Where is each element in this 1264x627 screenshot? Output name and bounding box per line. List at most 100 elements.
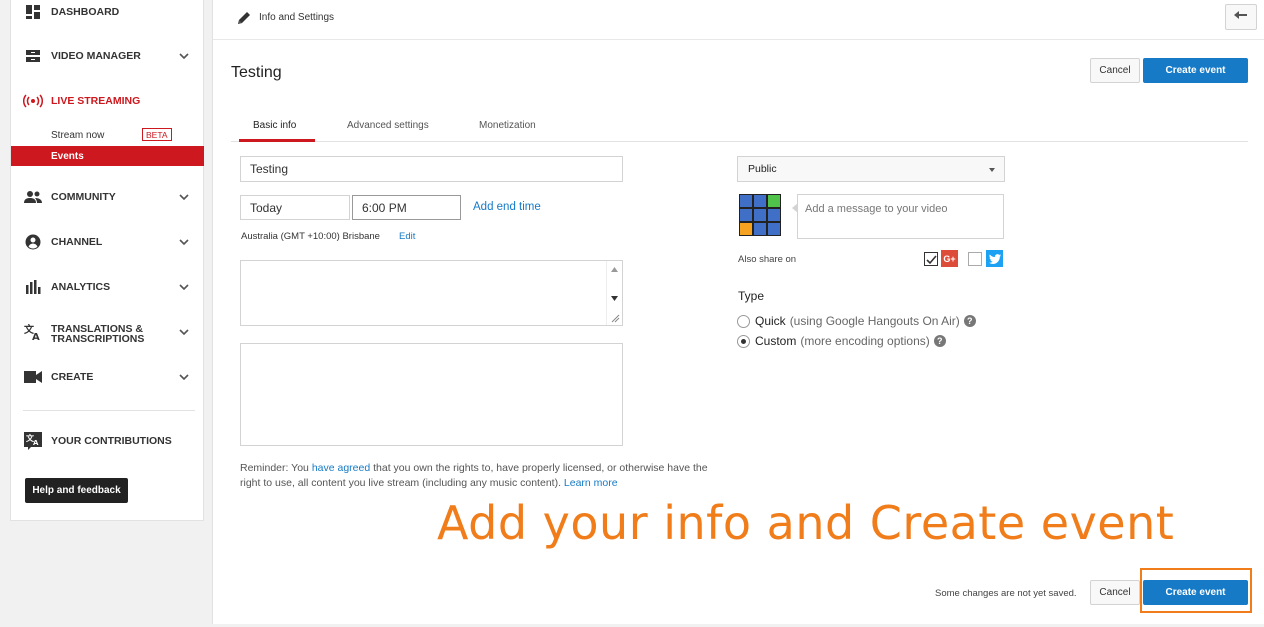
- rights-reminder: Reminder: You have agreed that you own t…: [240, 461, 730, 491]
- create-event-button[interactable]: Create event: [1143, 58, 1248, 83]
- cancel-button[interactable]: Cancel: [1090, 58, 1140, 83]
- sidebar-item-analytics[interactable]: ANALYTICS: [11, 275, 205, 299]
- chevron-down-icon[interactable]: [177, 325, 191, 339]
- scroll-down-icon[interactable]: [611, 296, 618, 301]
- sidebar-item-label: DASHBOARD: [51, 6, 120, 18]
- main-panel: Info and Settings Testing Cancel Create …: [212, 0, 1264, 624]
- svg-text:A: A: [33, 439, 39, 447]
- date-input[interactable]: Today: [240, 195, 350, 220]
- page-section-title: Info and Settings: [259, 12, 335, 23]
- timezone-edit-link[interactable]: Edit: [399, 231, 415, 242]
- sidebar-item-create[interactable]: CREATE: [11, 365, 205, 389]
- pencil-icon: [235, 9, 253, 27]
- page-title: Testing: [231, 64, 282, 81]
- camera-icon: [23, 367, 43, 387]
- quick-label: Quick: [755, 314, 786, 328]
- chevron-down-icon[interactable]: [177, 370, 191, 384]
- sidebar-item-video-manager[interactable]: VIDEO MANAGER: [11, 44, 205, 68]
- tab-monetization[interactable]: Monetization: [479, 120, 536, 131]
- sidebar: DASHBOARD VIDEO MANAGER LIVE STREAMING S…: [10, 0, 204, 521]
- time-input[interactable]: 6:00 PM: [352, 195, 461, 220]
- sidebar-subitem-label: Stream now: [51, 129, 105, 141]
- privacy-select[interactable]: Public: [737, 156, 1005, 182]
- top-bar: Info and Settings: [213, 0, 1264, 40]
- dashboard-icon: [23, 2, 43, 22]
- sidebar-item-label: YOUR CONTRIBUTIONS: [51, 435, 172, 447]
- sidebar-item-label: TRANSLATIONS & TRANSCRIPTIONS: [51, 324, 145, 345]
- unsaved-changes-notice: Some changes are not yet saved.: [935, 588, 1077, 599]
- resize-handle-icon[interactable]: [611, 314, 620, 323]
- translate-icon: 文A: [23, 322, 43, 342]
- sidebar-item-label: CHANNEL: [51, 236, 103, 248]
- timezone-label: Australia (GMT +10:00) Brisbane: [241, 231, 380, 242]
- sidebar-item-label: CREATE: [51, 371, 94, 383]
- title-input[interactable]: Testing: [240, 156, 623, 182]
- type-label: Type: [738, 289, 765, 303]
- sidebar-item-label-line2: TRANSCRIPTIONS: [51, 333, 145, 345]
- back-button[interactable]: [1225, 4, 1257, 30]
- tags-textarea[interactable]: [240, 343, 623, 446]
- sidebar-subitem-label: Events: [51, 150, 84, 162]
- annotation-highlight-box: [1140, 568, 1252, 613]
- share-message-input[interactable]: Add a message to your video: [792, 194, 1004, 239]
- custom-label: Custom: [755, 334, 797, 348]
- scroll-up-icon[interactable]: [611, 267, 618, 272]
- sidebar-subitem-events[interactable]: Events: [11, 146, 204, 166]
- video-manager-icon: [23, 46, 43, 66]
- google-plus-icon: G+: [941, 250, 958, 267]
- learn-more-link[interactable]: Learn more: [564, 477, 618, 489]
- radio-quick[interactable]: [737, 314, 750, 328]
- sidebar-item-label: VIDEO MANAGER: [51, 50, 141, 62]
- live-streaming-icon: [23, 91, 43, 111]
- tab-advanced-settings[interactable]: Advanced settings: [347, 120, 429, 131]
- sidebar-divider: [23, 410, 195, 411]
- reminder-text: Reminder: You: [240, 462, 312, 474]
- footer-cancel-button[interactable]: Cancel: [1090, 580, 1140, 605]
- sidebar-item-label: ANALYTICS: [51, 281, 111, 293]
- have-agreed-link[interactable]: have agreed: [312, 462, 370, 474]
- sidebar-item-your-contributions[interactable]: 文A YOUR CONTRIBUTIONS: [11, 429, 205, 453]
- chevron-down-icon[interactable]: [177, 190, 191, 204]
- gplus-share-checkbox[interactable]: [924, 252, 938, 266]
- beta-badge: BETA: [142, 128, 172, 141]
- active-tab-indicator: [239, 139, 315, 142]
- translate-icon: 文A: [23, 431, 43, 451]
- back-arrow-icon: [1234, 8, 1248, 26]
- help-and-feedback-button[interactable]: Help and feedback: [25, 478, 128, 503]
- also-share-label: Also share on: [738, 254, 797, 265]
- sidebar-subitem-stream-now[interactable]: Stream now BETA: [11, 125, 204, 145]
- check-icon: [926, 255, 937, 265]
- tab-bar: Basic info Advanced settings Monetizatio…: [231, 110, 1248, 142]
- privacy-value: Public: [748, 163, 777, 175]
- community-icon: [23, 187, 43, 207]
- tab-basic-info[interactable]: Basic info: [253, 120, 296, 131]
- caret-down-icon: [989, 168, 995, 172]
- quick-note: (using Google Hangouts On Air): [789, 314, 960, 328]
- analytics-icon: [23, 277, 43, 297]
- sidebar-item-label: LIVE STREAMING: [51, 95, 141, 107]
- type-custom-radio[interactable]: Custom (more encoding options) ?: [737, 334, 946, 348]
- chevron-down-icon[interactable]: [177, 235, 191, 249]
- svg-text:A: A: [32, 332, 40, 340]
- twitter-icon: [986, 250, 1003, 267]
- sidebar-item-channel[interactable]: CHANNEL: [11, 230, 205, 254]
- description-textarea[interactable]: [240, 260, 623, 326]
- help-icon[interactable]: ?: [933, 335, 946, 347]
- sidebar-item-live-streaming[interactable]: LIVE STREAMING: [11, 89, 205, 113]
- sidebar-item-label: COMMUNITY: [51, 191, 116, 203]
- sidebar-item-dashboard[interactable]: DASHBOARD: [11, 0, 205, 24]
- custom-note: (more encoding options): [800, 334, 930, 348]
- sidebar-item-community[interactable]: COMMUNITY: [11, 185, 205, 209]
- avatar: [739, 194, 781, 236]
- channel-icon: [23, 232, 43, 252]
- twitter-share-checkbox[interactable]: [968, 252, 982, 266]
- tutorial-annotation: Add your info and Create event: [437, 496, 1175, 550]
- chevron-down-icon[interactable]: [177, 49, 191, 63]
- sidebar-item-translations[interactable]: 文A TRANSLATIONS & TRANSCRIPTIONS: [11, 320, 205, 344]
- help-icon[interactable]: ?: [963, 315, 976, 327]
- chevron-down-icon[interactable]: [177, 280, 191, 294]
- radio-custom[interactable]: [737, 334, 750, 348]
- textarea-scrollbar[interactable]: [606, 261, 622, 325]
- add-end-time-link[interactable]: Add end time: [473, 201, 541, 213]
- type-quick-radio[interactable]: Quick (using Google Hangouts On Air) ?: [737, 314, 976, 328]
